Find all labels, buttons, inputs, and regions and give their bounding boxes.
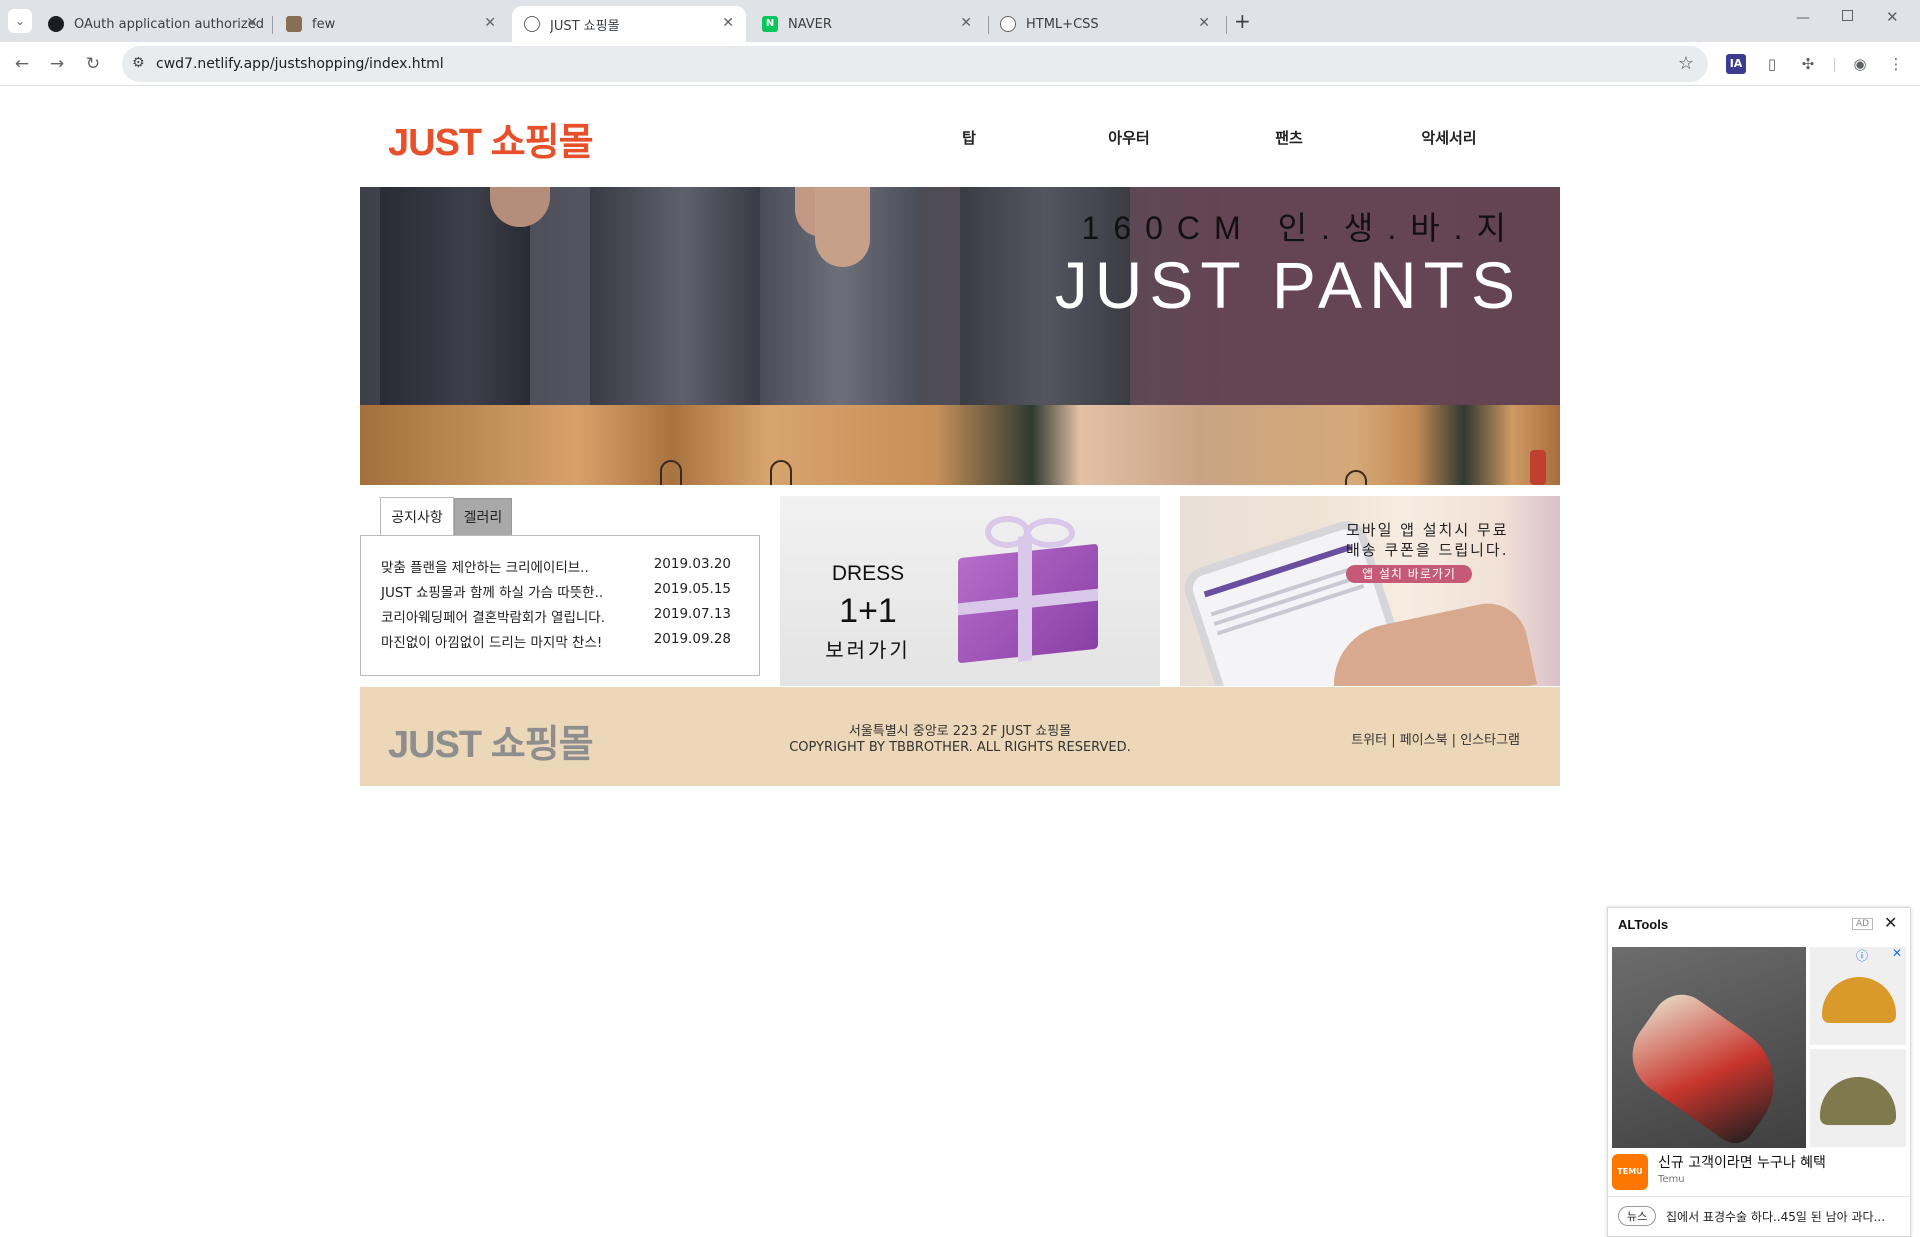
back-button[interactable]: ← — [12, 54, 32, 74]
globe-icon — [524, 16, 540, 32]
ad-close-button[interactable]: ✕ — [1884, 913, 1897, 932]
avatar-icon — [286, 16, 302, 32]
close-tab-icon[interactable]: ✕ — [246, 15, 258, 31]
app-install-banner[interactable]: 모바일 앱 설치시 무료 배송 쿠폰을 드립니다. 앱 설치 바로가기 — [1180, 496, 1560, 686]
close-tab-icon[interactable]: ✕ — [960, 15, 972, 31]
notice-row[interactable]: 코리아웨딩페어 결혼박람회가 열립니다. 2019.07.13 — [381, 606, 731, 628]
new-tab-button[interactable]: + — [1234, 9, 1251, 33]
notice-title[interactable]: 마진없이 아낌없이 드리는 마지막 찬스! — [381, 635, 602, 651]
naver-icon: N — [762, 16, 778, 32]
address-bar[interactable]: ⚙ cwd7.netlify.app/justshopping/index.ht… — [122, 46, 1708, 82]
menu-item-outer[interactable]: 아우터 — [1108, 127, 1149, 148]
ad-cap-image-2[interactable] — [1810, 1049, 1906, 1147]
close-tab-icon[interactable]: ✕ — [484, 15, 496, 31]
temu-logo: TEMU — [1612, 1154, 1648, 1190]
extensions-puzzle-icon[interactable]: ✣ — [1798, 54, 1818, 74]
ad-info-icon[interactable]: ⓘ — [1856, 947, 1868, 964]
menu-kebab-icon[interactable]: ⋮ — [1886, 54, 1906, 74]
hero-subtitle: 160CM 인.생.바.지 — [1081, 210, 1520, 246]
extension-ia-icon[interactable]: IA — [1726, 54, 1746, 74]
tab-title: few — [312, 16, 336, 32]
notice-row[interactable]: JUST 쇼핑몰과 함께 하실 가슴 따뜻한.. 2019.05.15 — [381, 581, 731, 603]
bags-photo-strip — [360, 405, 1560, 485]
browser-tab-strip: ⌄ OAuth application authorized ✕ few ✕ J… — [0, 0, 1920, 42]
tab-search-button[interactable]: ⌄ — [8, 9, 32, 33]
tab-oauth[interactable]: OAuth application authorized ✕ — [36, 6, 270, 42]
tab-title: OAuth application authorized — [74, 16, 264, 32]
page-viewport: JUST 쇼핑몰 탑 아우터 팬츠 악세서리 160CM 인.생.바.지 JUS… — [0, 87, 1920, 1237]
tab-notice[interactable]: 공지사항 — [380, 497, 454, 535]
notice-date: 2019.05.15 — [653, 581, 731, 597]
close-tab-icon[interactable]: ✕ — [1198, 15, 1210, 31]
notice-row[interactable]: 마진없이 아낌없이 드리는 마지막 찬스! 2019.09.28 — [381, 631, 731, 653]
url-text[interactable]: cwd7.netlify.app/justshopping/index.html — [156, 56, 444, 72]
tab-gallery[interactable]: 겔러리 — [454, 498, 512, 536]
reload-button[interactable]: ↻ — [83, 54, 103, 74]
tab-title: JUST 쇼핑몰 — [550, 18, 620, 34]
restore-button[interactable] — [1842, 10, 1853, 21]
notice-list: 맞춤 플랜을 제안하는 크리에이티브.. 2019.03.20 JUST 쇼핑몰… — [360, 535, 760, 676]
globe-icon — [1000, 16, 1016, 32]
tab-naver[interactable]: N NAVER ✕ — [750, 6, 984, 42]
news-badge: 뉴스 — [1618, 1206, 1657, 1226]
ad-sneaker-image[interactable] — [1612, 947, 1806, 1151]
close-window-button[interactable]: ✕ — [1886, 8, 1899, 26]
footer-logo: JUST 쇼핑몰 — [388, 724, 594, 766]
app-install-button[interactable]: 앱 설치 바로가기 — [1346, 565, 1472, 583]
tab-just-shopping[interactable]: JUST 쇼핑몰 ✕ — [512, 6, 746, 42]
github-icon — [48, 16, 64, 32]
tab-title: HTML+CSS — [1026, 16, 1099, 32]
ad-brand: ALTools — [1618, 917, 1669, 932]
notice-title[interactable]: 코리아웨딩페어 결혼박람회가 열립니다. — [381, 610, 605, 626]
bookmark-star-icon[interactable]: ☆ — [1678, 53, 1694, 74]
menu-item-pants[interactable]: 팬츠 — [1275, 127, 1303, 148]
floating-ad: ALTools AD ✕ ⓘ ✕ TEMU 신규 고객이라면 누구나 혜택 Te… — [1607, 907, 1911, 1237]
hero-banner[interactable]: 160CM 인.생.바.지 JUST PANTS — [360, 187, 1560, 405]
dress-line-3: 보러가기 — [825, 638, 911, 662]
notice-title[interactable]: JUST 쇼핑몰과 함께 하실 가슴 따뜻한.. — [381, 585, 603, 601]
dress-banner[interactable]: DRESS 1+1 보러가기 — [780, 496, 1160, 686]
footer-copyright: COPYRIGHT BY TBBROTHER. ALL RIGHTS RESER… — [789, 740, 1131, 755]
notice-date: 2019.07.13 — [653, 606, 731, 622]
ad-x-icon[interactable]: ✕ — [1892, 946, 1902, 960]
site-info-icon[interactable]: ⚙ — [132, 55, 145, 71]
notice-date: 2019.03.20 — [653, 556, 731, 572]
app-line-2: 배송 쿠폰을 드립니다. — [1346, 541, 1509, 559]
tab-html-css[interactable]: HTML+CSS ✕ — [988, 6, 1222, 42]
ad-product-title[interactable]: 신규 고객이라면 누구나 혜택 — [1658, 1152, 1826, 1172]
notice-title[interactable]: 맞춤 플랜을 제안하는 크리에이티브.. — [381, 560, 589, 576]
site-footer: JUST 쇼핑몰 서울특별시 중앙로 223 2F JUST 쇼핑몰 COPYR… — [360, 687, 1560, 786]
site-logo[interactable]: JUST 쇼핑몰 — [388, 111, 594, 166]
footer-social-links[interactable]: 트위터 | 페이스북 | 인스타그램 — [1351, 729, 1520, 748]
ad-product-source: Temu — [1658, 1174, 1685, 1185]
notice-row[interactable]: 맞춤 플랜을 제안하는 크리에이티브.. 2019.03.20 — [381, 556, 731, 578]
browser-toolbar: ← → ↻ ⚙ cwd7.netlify.app/justshopping/in… — [0, 42, 1920, 86]
notice-date: 2019.09.28 — [653, 631, 731, 647]
tab-title: NAVER — [788, 16, 832, 32]
ad-label: AD — [1852, 918, 1874, 930]
forward-button[interactable]: → — [47, 54, 67, 74]
dress-line-2: 1+1 — [839, 592, 897, 630]
menu-item-top[interactable]: 탑 — [962, 127, 976, 148]
profile-icon[interactable]: ◉ — [1850, 54, 1870, 74]
close-tab-icon[interactable]: ✕ — [722, 15, 734, 31]
dress-line-1: DRESS — [831, 562, 905, 585]
news-headline[interactable]: 집에서 표경수술 하다..45일 된 남아 과다... — [1666, 1208, 1904, 1225]
footer-address: 서울특별시 중앙로 223 2F JUST 쇼핑몰 — [848, 724, 1072, 739]
app-line-1: 모바일 앱 설치시 무료 — [1346, 521, 1509, 539]
menu-item-accessory[interactable]: 악세서리 — [1421, 127, 1476, 148]
hero-title: JUST PANTS — [1054, 248, 1522, 322]
minimize-button[interactable]: — — [1796, 10, 1810, 26]
extension-doc-icon[interactable]: ▯ — [1762, 54, 1782, 74]
tab-few[interactable]: few ✕ — [274, 6, 508, 42]
